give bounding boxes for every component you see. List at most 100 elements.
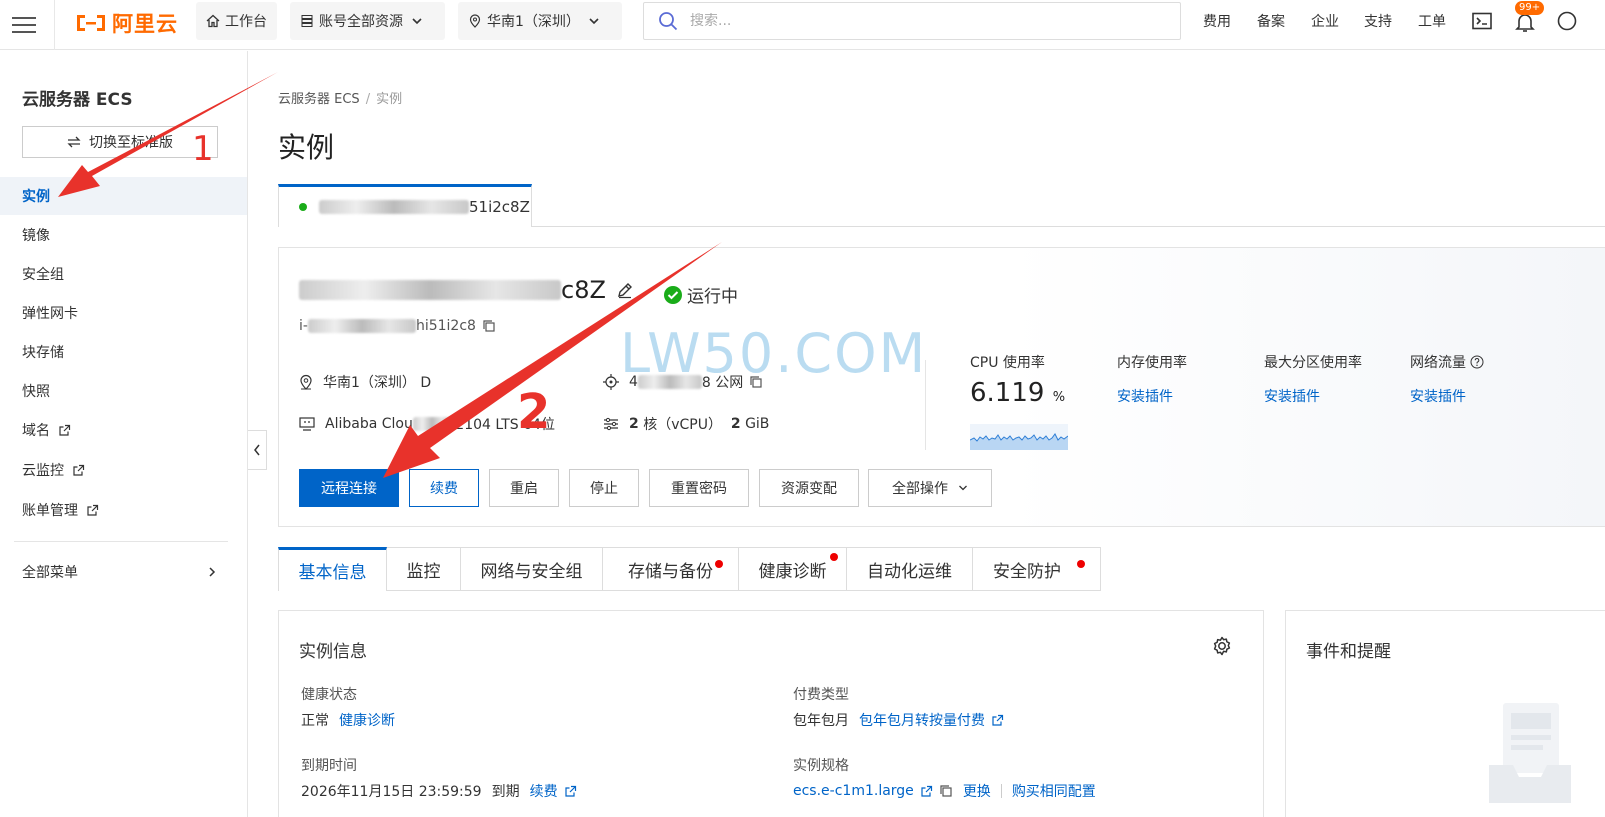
- top-bar: 阿里云 工作台 账号全部资源 华南1（深圳） 费用 备案 企业 支持 工单 99…: [0, 0, 1605, 50]
- sidebar-item-security-groups[interactable]: 安全组: [0, 255, 247, 293]
- memory-metric: 内存使用率 安装插件: [1117, 352, 1187, 406]
- instance-name-suffix: c8Z: [561, 276, 606, 304]
- empty-inbox-icon: [1489, 703, 1571, 803]
- cpu-metric-label: CPU 使用率: [970, 355, 1045, 371]
- change-spec-link[interactable]: 更换: [963, 781, 991, 801]
- sidebar-all-menu[interactable]: 全部菜单: [0, 553, 247, 591]
- install-plugin-link[interactable]: 安装插件: [1117, 386, 1187, 406]
- sidebar-item-eni[interactable]: 弹性网卡: [0, 294, 247, 332]
- sidebar-item-cloud-monitor[interactable]: 云监控: [0, 451, 247, 489]
- events-title: 事件和提醒: [1306, 642, 1391, 662]
- resources-dropdown[interactable]: 账号全部资源: [290, 2, 445, 40]
- cpu-metric-unit: %: [1052, 390, 1066, 405]
- install-plugin-link[interactable]: 安装插件: [1410, 386, 1484, 406]
- stop-button[interactable]: 停止: [569, 469, 639, 507]
- copy-icon[interactable]: [939, 784, 953, 798]
- sidebar-item-billing[interactable]: 账单管理: [0, 491, 247, 529]
- tab-health-diagnosis[interactable]: 健康诊断: [739, 547, 847, 591]
- tab-network-security[interactable]: 网络与安全组: [461, 547, 603, 591]
- notification-dot: [830, 553, 838, 561]
- sidebar-item-label: 镜像: [22, 228, 50, 244]
- chevron-down-icon: [589, 18, 599, 25]
- tab-security-protection[interactable]: 安全防护: [973, 547, 1101, 591]
- resize-button[interactable]: 资源变配: [759, 469, 859, 507]
- workbench-button[interactable]: 工作台: [196, 2, 277, 40]
- switch-edition-label: 切换至标准版: [89, 135, 173, 151]
- instance-name: c8Z: [299, 276, 634, 304]
- search-input[interactable]: [690, 13, 1130, 29]
- target-icon: [603, 374, 619, 390]
- notification-dot: [1077, 560, 1085, 568]
- expire-date: 2026年11月15日 23:59:59: [301, 784, 482, 800]
- buy-same-config-link[interactable]: 购买相同配置: [1012, 781, 1096, 801]
- reset-password-button[interactable]: 重置密码: [649, 469, 749, 507]
- topbar-link-fees[interactable]: 费用: [1203, 11, 1231, 31]
- topbar-link-enterprise[interactable]: 企业: [1311, 11, 1339, 31]
- switch-edition-button[interactable]: 切换至标准版: [22, 126, 218, 158]
- sidebar-item-label: 块存储: [22, 345, 64, 361]
- help-icon[interactable]: [1470, 355, 1484, 369]
- sidebar-item-domains[interactable]: 域名: [0, 411, 247, 449]
- region-dropdown[interactable]: 华南1（深圳）: [458, 2, 622, 40]
- breadcrumb-root[interactable]: 云服务器 ECS: [278, 92, 360, 107]
- remote-connect-button[interactable]: 远程连接: [299, 469, 399, 507]
- external-link-icon: [921, 785, 932, 797]
- tab-basic-info[interactable]: 基本信息: [278, 547, 387, 591]
- topbar-link-support[interactable]: 支持: [1364, 11, 1392, 31]
- sidebar-item-block-storage[interactable]: 块存储: [0, 333, 247, 371]
- instance-tab-label: 51i2c8Z: [469, 198, 530, 216]
- install-plugin-link[interactable]: 安装插件: [1264, 386, 1362, 406]
- search-box[interactable]: [643, 2, 1181, 40]
- menu-icon[interactable]: [9, 10, 39, 40]
- all-operations-button[interactable]: 全部操作: [868, 469, 992, 507]
- zone-info: 华南1（深圳） D: [299, 372, 431, 392]
- sidebar-title: 云服务器 ECS: [22, 90, 133, 110]
- cpu-metric: CPU 使用率 6.119 %: [970, 352, 1065, 408]
- restart-button[interactable]: 重启: [489, 469, 559, 507]
- gear-icon[interactable]: [1211, 635, 1233, 657]
- spec-label: 实例规格: [793, 758, 849, 774]
- chevron-down-icon: [959, 485, 967, 491]
- billing-value: 包年包月 包年包月转按量付费: [793, 710, 1004, 730]
- cpu-metric-value: 6.119: [970, 378, 1045, 408]
- terminal-icon[interactable]: [1471, 10, 1493, 32]
- tab-monitor[interactable]: 监控: [387, 547, 461, 591]
- aliyun-logo[interactable]: 阿里云: [74, 8, 178, 38]
- server-icon: [301, 15, 313, 27]
- sidebar-item-instances[interactable]: 实例: [0, 177, 247, 215]
- sidebar-collapse-button[interactable]: [248, 430, 267, 470]
- expire-label: 到期时间: [301, 758, 357, 774]
- instance-tab[interactable]: 51i2c8Z: [278, 184, 532, 227]
- health-diagnosis-link[interactable]: 健康诊断: [339, 710, 395, 730]
- spec-link[interactable]: ecs.e-c1m1.large: [793, 783, 914, 799]
- tab-label: 自动化运维: [867, 561, 952, 582]
- resources-label: 账号全部资源: [319, 14, 403, 30]
- renew-link[interactable]: 续费: [530, 781, 558, 801]
- renew-button[interactable]: 续费: [409, 469, 479, 507]
- location-icon: [469, 14, 481, 28]
- disk-metric: 最大分区使用率 安装插件: [1264, 352, 1362, 406]
- sidebar: 云服务器 ECS 切换至标准版 实例 镜像 安全组 弹性网卡 块存储 快照 域名…: [0, 51, 248, 817]
- help-icon[interactable]: [1556, 10, 1578, 32]
- spec-value: ecs.e-c1m1.large 更换 购买相同配置: [793, 781, 1096, 801]
- tab-storage-backup[interactable]: 存储与备份: [603, 547, 739, 591]
- sidebar-item-images[interactable]: 镜像: [0, 216, 247, 254]
- spec-info: 2 核（vCPU） 2 GiB: [603, 414, 769, 434]
- tab-automation[interactable]: 自动化运维: [847, 547, 973, 591]
- copy-icon[interactable]: [482, 319, 496, 333]
- sidebar-item-snapshots[interactable]: 快照: [0, 372, 247, 410]
- edit-icon[interactable]: [616, 281, 634, 299]
- instance-info-title: 实例信息: [299, 642, 367, 662]
- convert-billing-link[interactable]: 包年包月转按量付费: [859, 710, 985, 730]
- sidebar-item-label: 域名: [22, 423, 50, 439]
- topbar-link-ticket[interactable]: 工单: [1418, 11, 1446, 31]
- topbar-link-filing[interactable]: 备案: [1257, 11, 1285, 31]
- billing-type: 包年包月: [793, 713, 849, 729]
- running-dot: [299, 203, 307, 211]
- external-link-icon: [73, 464, 85, 476]
- sidebar-item-label: 安全组: [22, 267, 64, 283]
- sidebar-item-label: 弹性网卡: [22, 306, 78, 322]
- external-link-icon: [992, 714, 1004, 726]
- notification-badge: 99+: [1515, 1, 1545, 15]
- renew-label: 续费: [430, 481, 458, 497]
